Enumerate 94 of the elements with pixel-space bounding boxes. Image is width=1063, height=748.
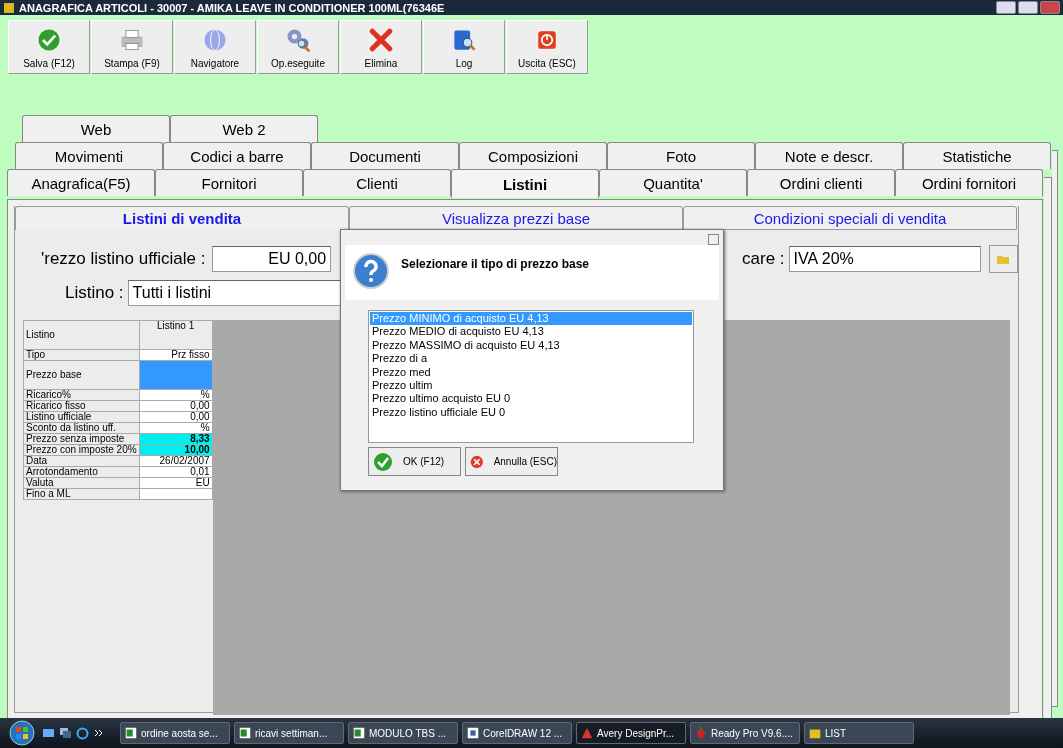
table-cell: Prezzo senza imposte (23, 433, 140, 445)
tab[interactable]: Visualizza prezzi base (349, 206, 683, 230)
app-icon (3, 1, 15, 14)
minimize-button[interactable] (996, 1, 1016, 14)
vat-field[interactable]: IVA 20% (788, 246, 981, 272)
list-item[interactable]: Prezzo ultimo acquisto EU 0 (370, 392, 692, 406)
check-icon (373, 451, 393, 472)
tab[interactable]: Statistiche (903, 142, 1051, 169)
table-cell: Ricarico% (23, 389, 140, 401)
toolbar-button[interactable]: Stampa (F9) (91, 20, 173, 74)
table-cell: Valuta (23, 477, 140, 489)
window-switch-icon[interactable] (59, 726, 72, 740)
tab[interactable]: Note e descr. (755, 142, 903, 169)
tab[interactable]: Web 2 (170, 115, 318, 142)
table-cell: Data (23, 455, 140, 467)
table-cell: Prezzo base (23, 360, 140, 390)
table-cell[interactable]: % (139, 422, 213, 434)
tab[interactable]: Anagrafica(F5) (7, 169, 155, 196)
table-cell[interactable]: 0,01 (139, 466, 213, 478)
taskbar-button[interactable]: ordine aosta se... (120, 722, 230, 744)
berry-icon (694, 726, 708, 740)
window-title: ANAGRAFICA ARTICOLI - 30007 - AMIKA LEAVE IN CONDITIONER 100ML(76346E (19, 1, 445, 14)
sheet-icon (124, 726, 138, 740)
browse-button[interactable] (988, 245, 1018, 273)
taskbar-button[interactable]: CorelDRAW 12 ... (462, 722, 572, 744)
tab[interactable]: Ordini clienti (747, 169, 895, 196)
list-item[interactable]: Prezzo di a (370, 352, 692, 366)
tab[interactable]: Documenti (311, 142, 459, 169)
table-cell[interactable]: 26/02/2007 (139, 455, 213, 467)
toolbar-button[interactable]: Salva (F12) (8, 20, 90, 74)
table-cell: Ricarico fisso (23, 400, 140, 412)
browser-icon[interactable] (76, 726, 89, 740)
toolbar-button[interactable]: Op.eseguite (257, 20, 339, 74)
tab[interactable]: Composizioni (459, 142, 607, 169)
desktop-icon[interactable] (42, 726, 55, 740)
close-button[interactable] (708, 234, 719, 245)
tab[interactable]: Ordini fornitori (895, 169, 1043, 196)
list-item[interactable]: Prezzo ultim (370, 379, 692, 393)
table-cell[interactable]: 0,00 (139, 411, 213, 423)
tab[interactable]: Web (22, 115, 170, 142)
table-cell[interactable] (139, 360, 213, 390)
toolbar-button[interactable]: Elimina (340, 20, 422, 74)
column-header: Listino 1 (139, 320, 213, 350)
dialog-prompt: Selezionare il tipo di prezzo base (401, 257, 590, 273)
toolbar-button[interactable]: Navigatore (174, 20, 256, 74)
table-cell: Tipo (23, 349, 140, 361)
tab[interactable]: Condizioni speciali di vendita (683, 206, 1017, 230)
price-type-list[interactable]: Prezzo MINIMO di acquisto EU 4,13 Prezzo MEDIO di acquisto EU 4,13 Prezzo MASSIMO di acquisto EU 4,13 Prezzo di a Prezzo med Prezzo ultim Prezzo ultimo acquisto EU 0 Prezzo listino ufficiale EU 0 (368, 310, 694, 443)
table-cell: Prezzo con imposte 20% (23, 444, 140, 456)
list-item[interactable]: Prezzo listino ufficiale EU 0 (370, 405, 692, 420)
taskbar-button[interactable]: LIST (804, 722, 914, 744)
table-cell: Arrotondamento (23, 466, 140, 478)
app-icon (466, 726, 480, 740)
tab[interactable]: Quantita' (599, 169, 747, 196)
table-cell[interactable]: 8,33 (139, 433, 213, 445)
table-cell[interactable]: EU (139, 477, 213, 489)
table-cell: Listino ufficiale (23, 411, 140, 423)
table-cell: Fino a ML (23, 488, 140, 500)
table-cell[interactable]: % (139, 389, 213, 401)
list-item[interactable]: Prezzo MEDIO di acquisto EU 4,13 (370, 325, 692, 339)
sheet-icon (238, 726, 252, 740)
taskbar-button[interactable]: ricavi settiman... (234, 722, 344, 744)
sheet-icon (352, 726, 366, 740)
table-cell: Sconto da listino uff. (23, 422, 140, 434)
toolbar-button[interactable]: Uscita (ESC) (506, 20, 588, 74)
price-field[interactable]: EU 0,00 (211, 246, 332, 272)
tab[interactable]: Foto (607, 142, 755, 169)
tab[interactable]: Codici a barre (163, 142, 311, 169)
taskbar-button[interactable]: Ready Pro V9.6.... (690, 722, 800, 744)
table-cell[interactable]: Prz fisso (139, 349, 213, 361)
field-label: care : (742, 249, 785, 269)
tab[interactable]: Movimenti (15, 142, 163, 169)
field-label: Listino : (65, 283, 124, 303)
folder-icon (996, 253, 1011, 265)
table-cell[interactable]: 0,00 (139, 400, 213, 412)
ok-button[interactable]: OK (F12) (368, 447, 461, 476)
table-cell: Listino (23, 320, 140, 350)
question-icon (353, 253, 389, 289)
tab[interactable]: Listini di vendita (15, 206, 349, 230)
start-button[interactable] (6, 719, 38, 747)
table-cell[interactable]: 10,00 (139, 444, 213, 456)
tab[interactable]: Listini (451, 169, 599, 198)
toolbar-button[interactable]: Log (423, 20, 505, 74)
taskbar-button[interactable]: Avery DesignPr... (576, 722, 686, 744)
tab[interactable]: Clienti (303, 169, 451, 196)
tab[interactable]: Fornitori (155, 169, 303, 196)
taskbar-button[interactable]: MODULO TBS ... (348, 722, 458, 744)
maximize-button[interactable] (1018, 1, 1038, 14)
table-cell[interactable] (139, 488, 213, 500)
field-label: 'rezzo listino ufficiale : (41, 249, 206, 269)
delete-icon (367, 26, 395, 54)
list-item[interactable]: Prezzo MASSIMO di acquisto EU 4,13 (370, 338, 692, 353)
list-item[interactable]: Prezzo med (370, 365, 692, 380)
cancel-button[interactable]: Annulla (ESC) (465, 447, 558, 476)
